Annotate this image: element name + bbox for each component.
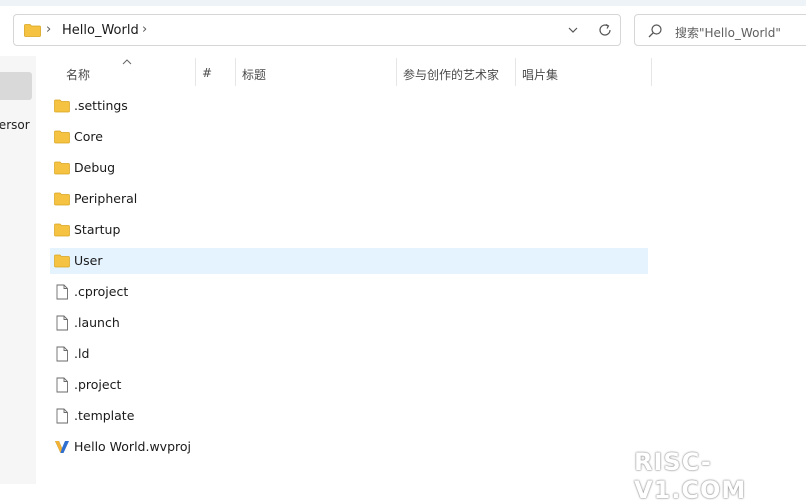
column-header-title[interactable]: 标题 xyxy=(242,66,266,83)
column-header-album[interactable]: 唱片集 xyxy=(522,66,558,83)
file-icon xyxy=(56,346,68,362)
address-bar[interactable]: › Hello_World › xyxy=(13,14,621,46)
item-name: Core xyxy=(74,129,103,144)
item-name: .settings xyxy=(74,98,128,113)
breadcrumb-chevron-icon[interactable]: › xyxy=(46,22,51,37)
folder-icon xyxy=(54,254,70,268)
folder-icon xyxy=(54,223,70,237)
search-input[interactable]: 搜索"Hello_World" xyxy=(675,24,781,41)
refresh-icon[interactable] xyxy=(597,22,613,38)
watermark-text: RISC-V1.COM xyxy=(634,448,747,504)
list-item-selected[interactable]: User xyxy=(50,248,648,274)
list-item[interactable]: Hello World.wvproj xyxy=(50,434,648,460)
list-item[interactable]: .settings xyxy=(50,93,648,119)
list-item[interactable]: .project xyxy=(50,372,648,398)
chevron-down-icon[interactable] xyxy=(566,23,580,37)
item-name: .project xyxy=(74,377,122,392)
item-name: Peripheral xyxy=(74,191,138,206)
sort-ascending-icon xyxy=(122,59,132,65)
breadcrumb-path[interactable]: Hello_World xyxy=(62,23,139,38)
column-divider[interactable] xyxy=(396,58,397,86)
file-icon xyxy=(56,284,68,300)
list-item[interactable]: .cproject xyxy=(50,279,648,305)
navigation-item-label: Persor xyxy=(0,118,30,132)
list-item[interactable]: Debug xyxy=(50,155,648,181)
project-file-icon xyxy=(55,441,69,453)
item-name: .launch xyxy=(74,315,120,330)
folder-icon xyxy=(54,99,70,113)
folder-icon xyxy=(54,192,70,206)
navigation-item-clipped[interactable]: Persor xyxy=(0,118,34,132)
column-divider[interactable] xyxy=(515,58,516,86)
column-divider[interactable] xyxy=(651,58,652,86)
folder-icon xyxy=(54,130,70,144)
folder-icon xyxy=(54,161,70,175)
column-header-name[interactable]: 名称 xyxy=(66,66,90,83)
item-name: .cproject xyxy=(74,284,129,299)
item-name: .template xyxy=(74,408,135,423)
column-header-artists[interactable]: 参与创作的艺术家 xyxy=(403,66,499,83)
navigation-selected-item[interactable] xyxy=(0,72,32,100)
list-item[interactable]: Startup xyxy=(50,217,648,243)
item-name: Debug xyxy=(74,160,116,175)
list-item[interactable]: .launch xyxy=(50,310,648,336)
item-name: User xyxy=(74,253,103,268)
list-item[interactable]: Core xyxy=(50,124,648,150)
list-item[interactable]: .ld xyxy=(50,341,648,367)
breadcrumb-chevron-icon[interactable]: › xyxy=(142,22,147,37)
column-divider[interactable] xyxy=(195,58,196,86)
item-name: Startup xyxy=(74,222,121,237)
item-name: .ld xyxy=(74,346,90,361)
item-name: Hello World.wvproj xyxy=(74,439,191,454)
list-item[interactable]: .template xyxy=(50,403,648,429)
file-icon xyxy=(56,377,68,393)
file-icon xyxy=(56,315,68,331)
search-box[interactable]: 搜索"Hello_World" xyxy=(634,14,806,46)
column-divider[interactable] xyxy=(235,58,236,86)
search-icon xyxy=(648,24,662,38)
column-header-number[interactable]: # xyxy=(202,66,212,80)
window-top-strip xyxy=(0,0,806,6)
list-item[interactable]: Peripheral xyxy=(50,186,648,212)
file-icon xyxy=(56,408,68,424)
folder-icon xyxy=(24,24,41,37)
